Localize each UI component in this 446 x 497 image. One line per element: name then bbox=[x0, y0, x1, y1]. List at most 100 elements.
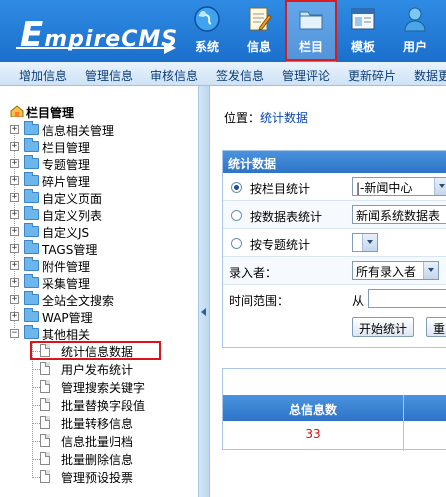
tree-node-label: 采集管理 bbox=[42, 277, 91, 291]
breadcrumb: 位置：统计数据 bbox=[224, 109, 308, 126]
document-icon bbox=[40, 416, 50, 429]
tree-connector bbox=[32, 342, 33, 478]
logo: EmpireCMS bbox=[6, 7, 180, 55]
date-from-input[interactable] bbox=[368, 289, 446, 308]
tree-leaf-label: 批量转移信息 bbox=[61, 417, 134, 431]
chevron-down-icon bbox=[423, 262, 438, 279]
submenu-review-info[interactable]: 审核信息 bbox=[150, 67, 198, 84]
submenu-sign-info[interactable]: 签发信息 bbox=[216, 67, 264, 84]
breadcrumb-prefix: 位置： bbox=[224, 111, 261, 125]
submenu-add-info[interactable]: 增加信息 bbox=[19, 67, 67, 84]
folder-icon bbox=[24, 257, 39, 271]
column-tree: 栏目管理 + 信息相关管理 + 栏目管理 + 专题管理 + 碎片管理 + 自定义页面 + 自… bbox=[0, 86, 198, 497]
folder-icon bbox=[24, 223, 39, 237]
open-folder-icon bbox=[24, 325, 39, 339]
folder-icon bbox=[24, 155, 39, 169]
stats-form-panel: 统计数据 按栏目统计 |-新闻中心 按数据表统计 新闻系统数据表 按专题统计 录… bbox=[222, 150, 446, 348]
total-count-header: 总信息数 bbox=[288, 403, 337, 417]
tree-node-label: 碎片管理 bbox=[42, 175, 91, 189]
row-by-column: 按栏目统计 |-新闻中心 bbox=[223, 173, 446, 201]
by-column-radio[interactable] bbox=[231, 182, 242, 193]
row-entry-user: 录入者： 所有录入者 bbox=[223, 257, 446, 285]
chevron-down-icon bbox=[434, 178, 446, 195]
by-topic-label: 按专题统计 bbox=[250, 238, 311, 252]
submenu-manage-comments[interactable]: 管理评论 bbox=[282, 67, 330, 84]
topnav-template[interactable]: 模板 bbox=[338, 0, 388, 62]
tree-node-label: 自定义JS bbox=[42, 226, 90, 240]
expand-icon[interactable]: + bbox=[10, 244, 19, 253]
stats-header-row: 总信息数 bbox=[223, 395, 446, 421]
stats-result-panel: 总信息数 33 bbox=[222, 368, 446, 451]
home-folder-icon bbox=[10, 105, 24, 117]
expand-icon[interactable]: + bbox=[10, 176, 19, 185]
expand-icon[interactable]: + bbox=[10, 193, 19, 202]
table-select-value: 新闻系统数据表 bbox=[356, 209, 441, 223]
expand-icon[interactable]: + bbox=[10, 142, 19, 151]
tree-node-label: WAP管理 bbox=[42, 311, 93, 325]
selected-leaf-highlight bbox=[30, 341, 161, 360]
topnav-system-label: 系统 bbox=[194, 40, 219, 54]
panel-title: 统计数据 bbox=[223, 151, 446, 173]
folder-icon bbox=[24, 189, 39, 203]
table-select[interactable]: 新闻系统数据表 bbox=[352, 205, 446, 224]
start-stats-button[interactable]: 开始统计 bbox=[352, 317, 415, 337]
row-by-topic: 按专题统计 bbox=[223, 229, 446, 257]
document-icon bbox=[40, 362, 50, 375]
submenu-manage-info[interactable]: 管理信息 bbox=[85, 67, 133, 84]
topnav-user[interactable]: 用户 bbox=[390, 0, 440, 62]
expand-icon[interactable]: + bbox=[10, 312, 19, 321]
chevron-down-icon bbox=[362, 234, 377, 251]
folder-icon bbox=[24, 138, 39, 152]
from-label: 从 bbox=[352, 294, 365, 308]
globe-icon bbox=[194, 6, 220, 32]
expand-icon[interactable]: + bbox=[10, 278, 19, 287]
expand-icon[interactable]: + bbox=[10, 295, 19, 304]
reset-button[interactable]: 重 bbox=[426, 317, 446, 337]
document-icon bbox=[40, 380, 50, 393]
tree-leaf-label: 管理搜索关键字 bbox=[61, 381, 146, 395]
topnav-system[interactable]: 系统 bbox=[182, 0, 232, 62]
column-select-value: |-新闻中心 bbox=[356, 181, 413, 195]
expand-icon[interactable]: + bbox=[10, 210, 19, 219]
folder-icon bbox=[24, 291, 39, 305]
folder-icon bbox=[24, 206, 39, 220]
topnav-info-label: 信息 bbox=[246, 40, 271, 54]
submenu-data-update[interactable]: 数据更 bbox=[414, 67, 446, 84]
breadcrumb-link[interactable]: 统计数据 bbox=[260, 111, 308, 125]
column-select[interactable]: |-新闻中心 bbox=[352, 177, 446, 196]
entry-user-value: 所有录入者 bbox=[356, 265, 417, 279]
row-by-table: 按数据表统计 新闻系统数据表 bbox=[223, 201, 446, 229]
tree-node-label: 信息相关管理 bbox=[42, 124, 115, 138]
tree-leaf-label: 批量替换字段值 bbox=[61, 399, 146, 413]
user-icon bbox=[404, 7, 426, 32]
by-table-radio[interactable] bbox=[231, 210, 242, 221]
expand-icon[interactable]: + bbox=[10, 261, 19, 270]
tree-node-label: 专题管理 bbox=[42, 158, 91, 172]
by-topic-radio[interactable] bbox=[231, 238, 242, 249]
collapse-arrow-icon[interactable] bbox=[201, 308, 206, 316]
column-divider bbox=[403, 395, 404, 451]
topnav-active-highlight bbox=[285, 0, 337, 61]
app-header: EmpireCMS 系统 信息 栏目 模板 用户 bbox=[0, 0, 446, 62]
tree-leaf-label: 用户发布统计 bbox=[61, 363, 134, 377]
total-count-value: 33 bbox=[305, 427, 321, 441]
topnav-info[interactable]: 信息 bbox=[234, 0, 284, 62]
panel-splitter[interactable] bbox=[198, 86, 210, 497]
topic-select[interactable] bbox=[352, 233, 378, 252]
expand-icon[interactable]: + bbox=[10, 159, 19, 168]
expand-icon[interactable]: + bbox=[10, 125, 19, 134]
folder-icon bbox=[24, 172, 39, 186]
expand-icon[interactable]: + bbox=[10, 227, 19, 236]
tree-node-label: 全站全文搜索 bbox=[42, 294, 115, 308]
entry-user-label: 录入者： bbox=[229, 266, 278, 280]
template-window-icon bbox=[351, 8, 375, 30]
topnav-template-label: 模板 bbox=[350, 40, 375, 54]
document-icon bbox=[40, 434, 50, 447]
edit-note-icon bbox=[249, 7, 272, 31]
tree-leaf-label: 管理预设投票 bbox=[61, 471, 134, 485]
collapse-icon[interactable]: − bbox=[10, 329, 19, 338]
submenu-update-fragments[interactable]: 更新碎片 bbox=[348, 67, 396, 84]
entry-user-select[interactable]: 所有录入者 bbox=[352, 261, 439, 280]
folder-icon bbox=[24, 274, 39, 288]
row-time-range: 时间范围： 从 开始统计 重 bbox=[223, 285, 446, 345]
